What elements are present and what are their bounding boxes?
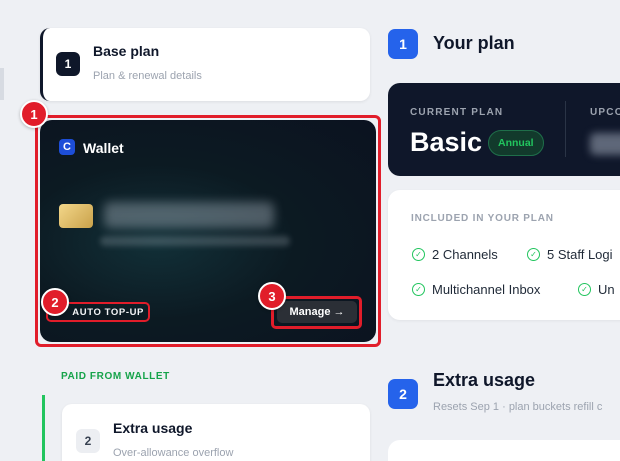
auto-topup-label: AUTO TOP-UP [72, 306, 144, 318]
feature-label: 2 Channels [432, 247, 498, 262]
paid-rail [42, 395, 45, 461]
left-edge-handle [0, 68, 4, 100]
base-plan-title: Base plan [93, 43, 160, 59]
annotation-badge-2: 2 [41, 288, 69, 316]
included-features-card: INCLUDED IN YOUR PLAN ✓ 2 Channels ✓ 5 S… [388, 190, 620, 320]
check-icon: ✓ [527, 248, 540, 261]
extra-usage-reset-note: Resets Sep 1 · plan buckets refill c [433, 401, 603, 413]
feature-label: 5 Staff Logi [547, 247, 613, 262]
check-icon: ✓ [412, 283, 425, 296]
paid-from-wallet-label: PAID FROM WALLET [61, 371, 170, 382]
current-plan-label: CURRENT PLAN [410, 107, 504, 118]
section-step-1: 1 [388, 29, 418, 59]
feature-item: ✓ Multichannel Inbox [412, 282, 540, 297]
current-plan-card: CURRENT PLAN Basic Annual UPCO [388, 83, 620, 176]
check-icon: ✓ [578, 283, 591, 296]
extra-usage-card[interactable]: 2 Extra usage Over-allowance overflow [62, 404, 370, 461]
feature-item: ✓ 2 Channels [412, 247, 498, 262]
extra-usage-title: Extra usage [113, 420, 193, 436]
annotation-badge-1: 1 [20, 100, 48, 128]
feature-label: Un [598, 282, 615, 297]
your-plan-heading: Your plan [433, 33, 515, 53]
plan-divider [565, 101, 566, 157]
feature-item: ✓ Un [578, 282, 615, 297]
extra-usage-detail-card [388, 440, 620, 461]
step-number-2: 2 [76, 429, 100, 453]
annotation-badge-3: 3 [258, 282, 286, 310]
manage-wallet-button[interactable]: Manage → [277, 301, 357, 323]
upcoming-value-redacted [590, 133, 620, 155]
included-label: INCLUDED IN YOUR PLAN [411, 213, 554, 224]
section-step-2: 2 [388, 379, 418, 409]
extra-usage-subtitle: Over-allowance overflow [113, 447, 234, 459]
feature-label: Multichannel Inbox [432, 282, 541, 297]
extra-usage-heading: Extra usage [433, 370, 536, 390]
billing-cycle-badge: Annual [488, 130, 544, 156]
check-icon: ✓ [412, 248, 425, 261]
current-plan-name: Basic [410, 127, 483, 157]
feature-item: ✓ 5 Staff Logi [527, 247, 613, 262]
upcoming-label: UPCO [590, 107, 620, 118]
step-number-1: 1 [56, 52, 80, 76]
base-plan-card[interactable]: 1 Base plan Plan & renewal details [40, 28, 370, 101]
base-plan-subtitle: Plan & renewal details [93, 70, 202, 82]
